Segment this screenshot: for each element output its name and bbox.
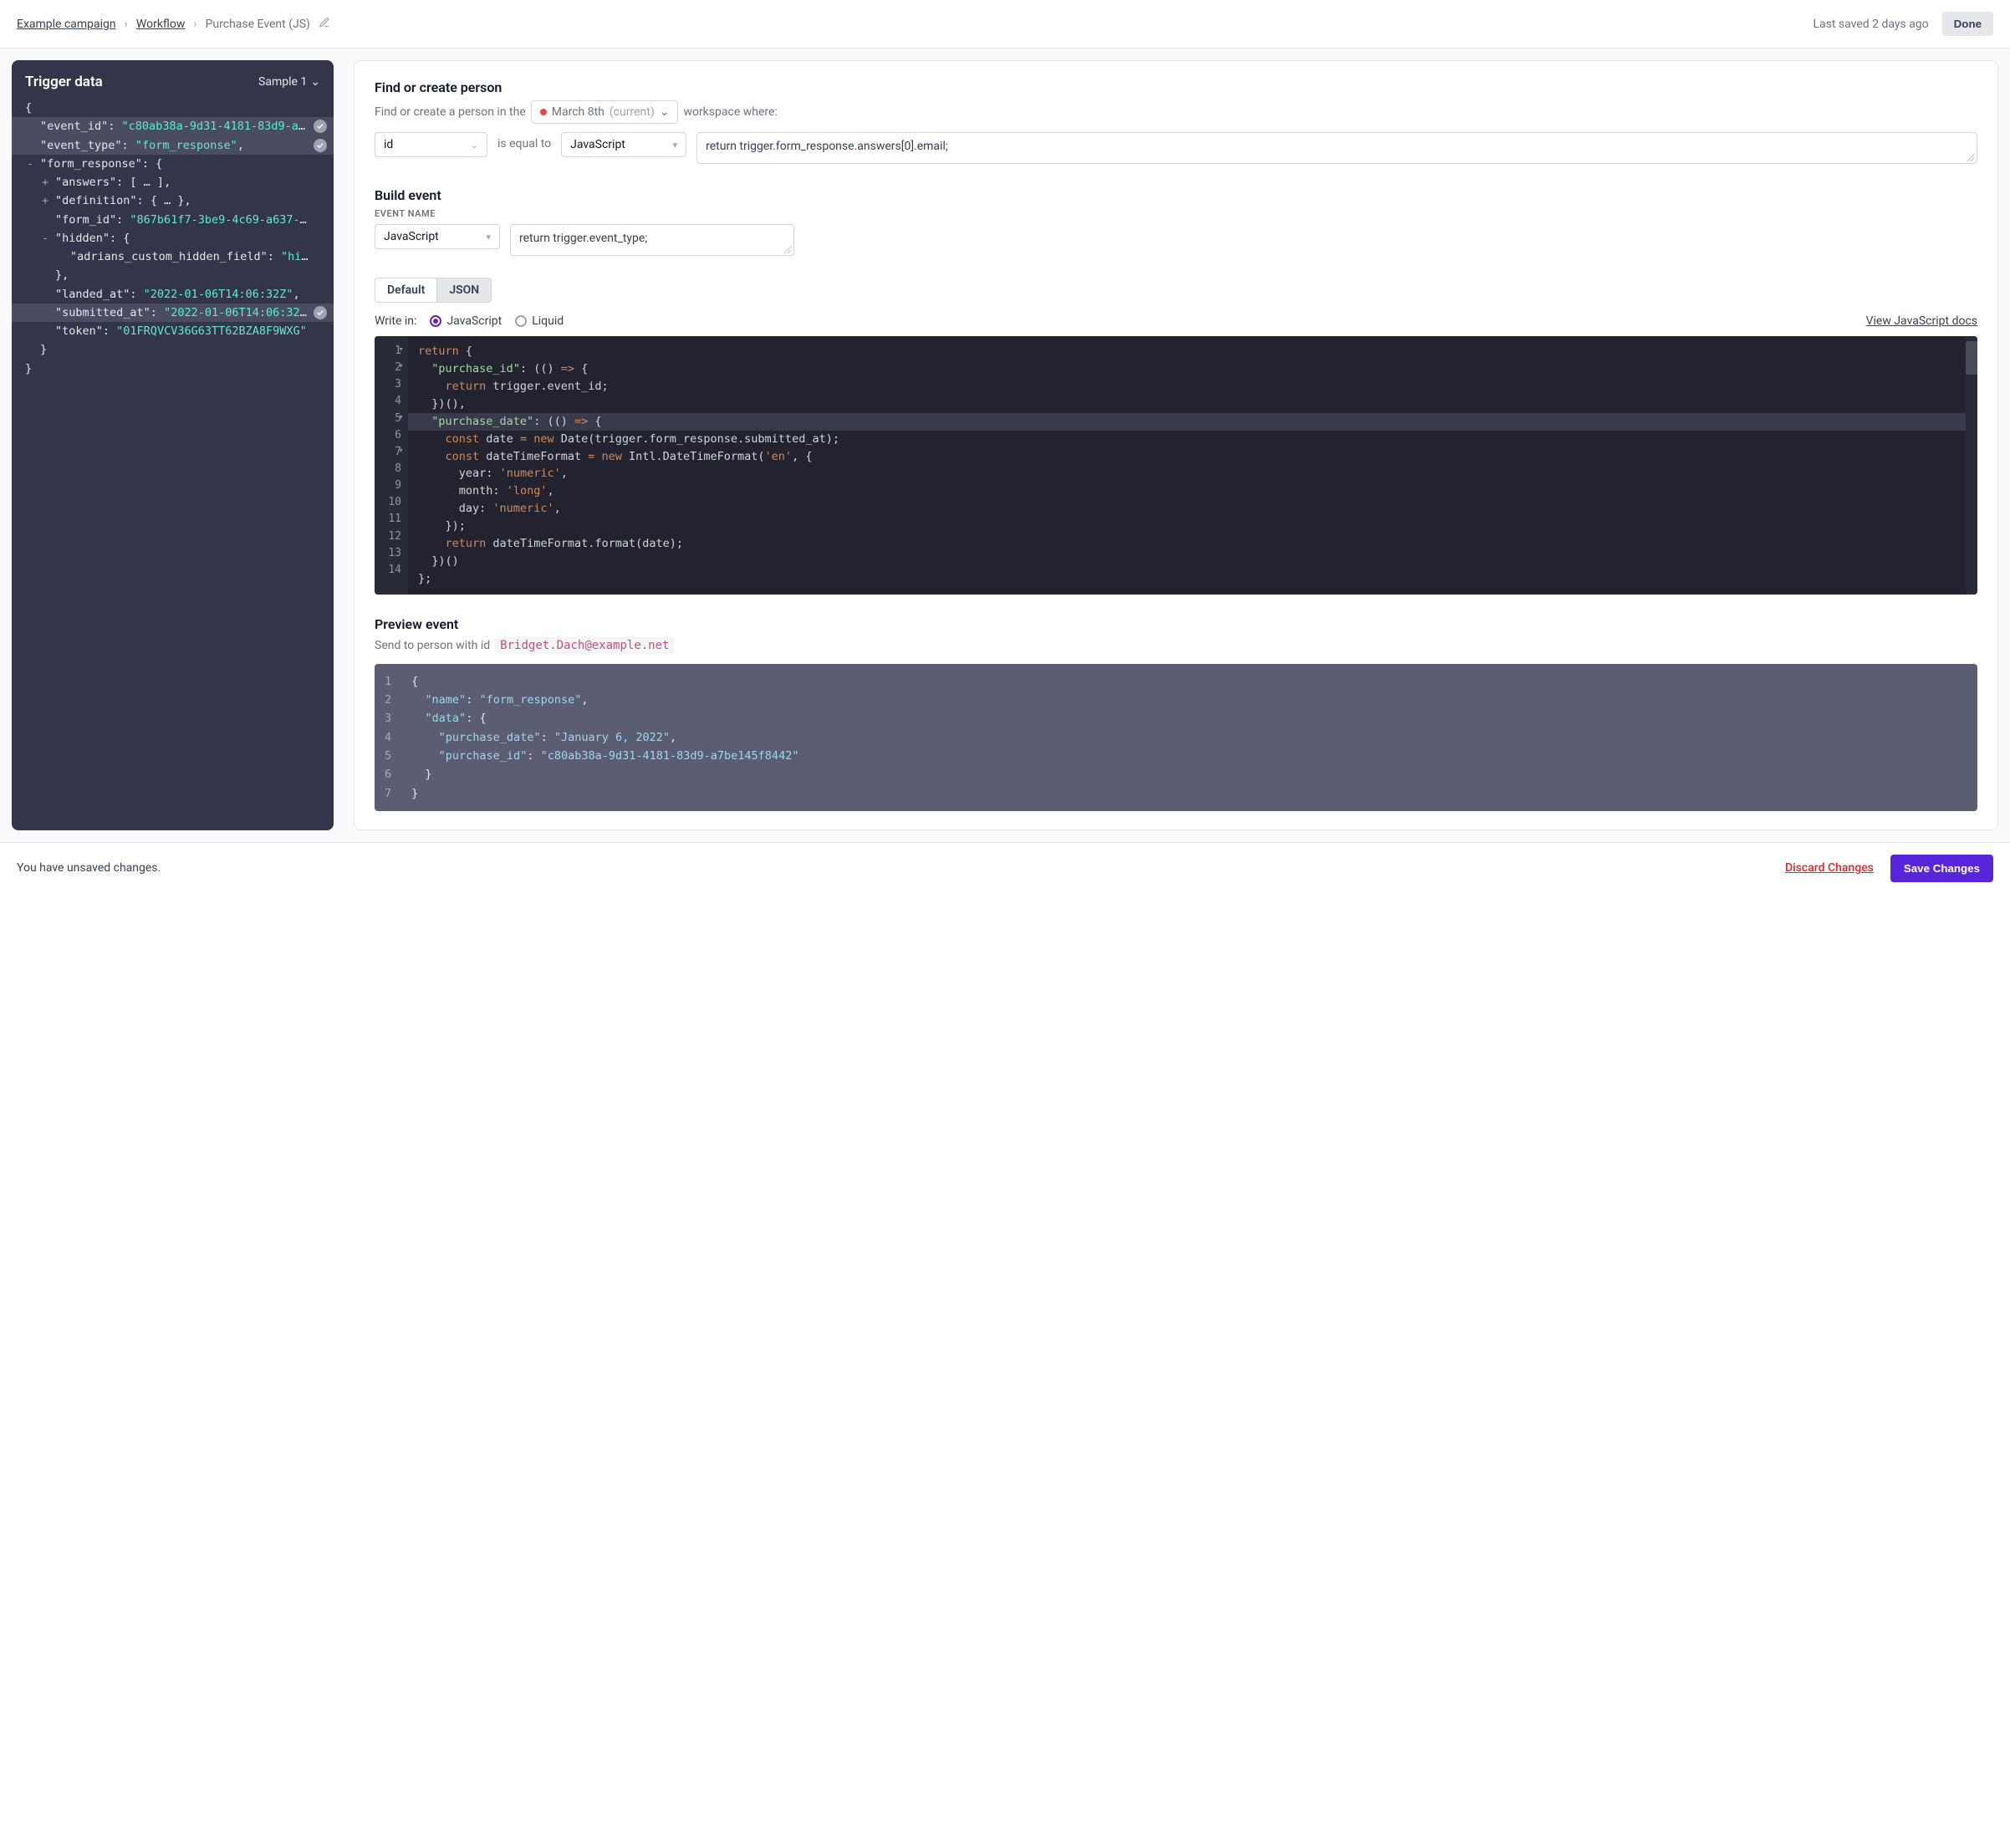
- workspace-select[interactable]: March 8th (current) ⌄: [531, 100, 679, 124]
- sample-label: Sample 1: [258, 75, 307, 89]
- breadcrumb-sep: ›: [125, 18, 128, 31]
- json-row-hidden[interactable]: - "hidden": {: [25, 229, 334, 248]
- json-row-definition[interactable]: + "definition": { … },: [25, 191, 334, 210]
- find-filter-row: id ⌄ is equal to JavaScript ▾ return tri…: [375, 132, 1977, 164]
- trigger-data-panel: Trigger data Sample 1 ⌄ { "event_id": "c…: [12, 60, 334, 830]
- select-arrow-icon: ▾: [486, 232, 491, 242]
- expand-toggle-icon[interactable]: +: [42, 173, 48, 191]
- preview-title: Preview event: [375, 616, 1977, 632]
- preview-gutter: 1234 567: [375, 672, 401, 803]
- json-row-form-response[interactable]: - "form_response": {: [25, 155, 334, 173]
- event-name-label: EVENT NAME: [375, 208, 1977, 219]
- json-row-landed-at[interactable]: "landed_at": "2022-01-06T14:06:32Z",: [25, 285, 334, 304]
- footer-bar: You have unsaved changes. Discard Change…: [0, 842, 2010, 894]
- sample-select[interactable]: Sample 1 ⌄: [258, 75, 320, 89]
- topbar: Example campaign › Workflow › Purchase E…: [0, 0, 2010, 48]
- edit-name-icon[interactable]: [319, 17, 330, 32]
- preview-sub: Send to person with id Bridget.Dach@exam…: [375, 637, 1977, 654]
- language-radio-group: Write in: JavaScript Liquid: [375, 314, 564, 328]
- used-indicator-icon: [314, 306, 327, 319]
- event-name-expression-input[interactable]: return trigger.event_type;: [510, 224, 794, 256]
- footer-actions: Discard Changes Save Changes: [1785, 855, 1993, 882]
- json-row-event-id[interactable]: "event_id": "c80ab38a-9d31-4181-83d9-a7b…: [12, 117, 334, 135]
- preview-body: { "name": "form_response", "data": { "pu…: [401, 672, 1977, 803]
- build-section-title: Build event: [375, 187, 1977, 203]
- json-row-submitted-at[interactable]: "submitted_at": "2022-01-06T14:06:32Z",: [12, 304, 334, 322]
- breadcrumb-current: Purchase Event (JS): [206, 18, 310, 31]
- workspace-name: March 8th: [552, 105, 605, 119]
- breadcrumb-sep: ›: [193, 18, 196, 31]
- breadcrumbs: Example campaign › Workflow › Purchase E…: [17, 17, 330, 32]
- code-scrollbar[interactable]: [1966, 336, 1977, 595]
- json-close-fr: }: [25, 340, 334, 359]
- body-area: Trigger data Sample 1 ⌄ { "event_id": "c…: [0, 48, 2010, 842]
- event-name-row: JavaScript ▾ return trigger.event_type;: [375, 224, 1977, 256]
- find-trail-text: workspace where:: [683, 105, 777, 119]
- json-close-root: }: [25, 360, 334, 378]
- json-row-answers[interactable]: + "answers": [ … ],: [25, 173, 334, 191]
- trigger-header: Trigger data Sample 1 ⌄: [12, 74, 334, 99]
- breadcrumb-workflow[interactable]: Workflow: [136, 18, 186, 31]
- select-arrow-icon: ▾: [673, 140, 678, 151]
- code-editor[interactable]: 1234 5678 9101112 1314 return { "purchas…: [375, 336, 1977, 595]
- equals-text: is equal to: [497, 132, 551, 151]
- json-row-form-id[interactable]: "form_id": "867b61f7-3be9-4c69-a637-46d7…: [25, 211, 334, 229]
- discard-changes-link[interactable]: Discard Changes: [1785, 861, 1874, 875]
- workspace-status-dot: [540, 109, 547, 115]
- expand-toggle-icon[interactable]: +: [42, 191, 48, 210]
- topbar-right: Last saved 2 days ago Done: [1813, 12, 1993, 36]
- chevron-down-icon: ⌄: [471, 140, 478, 151]
- editor-mode-tabs: Default JSON: [375, 278, 492, 303]
- radio-unchecked-icon: [515, 315, 527, 327]
- main-panel: Find or create person Find or create a p…: [354, 60, 1998, 830]
- chevron-down-icon: ⌄: [660, 105, 670, 119]
- value-expression-input[interactable]: return trigger.form_response.answers[0].…: [696, 132, 1977, 164]
- find-section-title: Find or create person: [375, 79, 1977, 95]
- tab-default[interactable]: Default: [375, 278, 436, 302]
- trigger-title: Trigger data: [25, 74, 103, 90]
- event-name-mode-label: JavaScript: [384, 230, 439, 243]
- collapse-toggle-icon[interactable]: -: [42, 229, 48, 248]
- workspace-current-label: (current): [610, 105, 655, 119]
- write-in-label: Write in:: [375, 314, 416, 328]
- preview-lead: Send to person with id: [375, 639, 490, 652]
- radio-liquid[interactable]: Liquid: [515, 314, 564, 328]
- find-lead-text: Find or create a person in the: [375, 105, 526, 119]
- write-in-row: Write in: JavaScript Liquid View JavaScr…: [375, 314, 1977, 328]
- event-name-mode-select[interactable]: JavaScript ▾: [375, 224, 500, 249]
- json-row-hidden-field[interactable]: "adrians_custom_hidden_field": "hidden_v…: [25, 248, 334, 266]
- radio-liquid-label: Liquid: [532, 314, 564, 328]
- used-indicator-icon: [314, 120, 327, 133]
- used-indicator-icon: [314, 139, 327, 152]
- unsaved-changes-text: You have unsaved changes.: [17, 861, 161, 875]
- code-body[interactable]: return { "purchase_id": (() => { return …: [408, 336, 1966, 595]
- value-mode-select[interactable]: JavaScript ▾: [561, 132, 686, 157]
- build-event-section: Build event EVENT NAME JavaScript ▾ retu…: [375, 187, 1977, 595]
- preview-section: Preview event Send to person with id Bri…: [375, 616, 1977, 811]
- last-saved-text: Last saved 2 days ago: [1813, 18, 1928, 31]
- chevron-down-icon: ⌄: [310, 75, 320, 89]
- attribute-value: id: [384, 138, 393, 151]
- collapse-toggle-icon[interactable]: -: [27, 155, 33, 173]
- json-root-open: {: [25, 99, 334, 117]
- done-button[interactable]: Done: [1942, 12, 1993, 36]
- attribute-select[interactable]: id ⌄: [375, 132, 487, 157]
- preview-block: 1234 567 { "name": "form_response", "dat…: [375, 664, 1977, 811]
- view-docs-link[interactable]: View JavaScript docs: [1866, 314, 1977, 328]
- tab-json[interactable]: JSON: [436, 278, 491, 302]
- json-close-hidden: },: [25, 266, 334, 284]
- radio-checked-icon: [430, 315, 441, 327]
- find-section-sub: Find or create a person in the March 8th…: [375, 100, 1977, 124]
- radio-javascript-label: JavaScript: [446, 314, 502, 328]
- save-changes-button[interactable]: Save Changes: [1890, 855, 1993, 882]
- json-row-token[interactable]: "token": "01FRQVCV36G63TT62BZA8F9WXG": [25, 322, 334, 340]
- code-gutter: 1234 5678 9101112 1314: [375, 336, 408, 595]
- breadcrumb-campaign[interactable]: Example campaign: [17, 18, 116, 31]
- preview-person-id: Bridget.Dach@example.net: [495, 637, 674, 654]
- json-row-event-type[interactable]: "event_type": "form_response",: [12, 136, 334, 155]
- radio-javascript[interactable]: JavaScript: [430, 314, 502, 328]
- value-mode-label: JavaScript: [570, 138, 625, 151]
- json-tree[interactable]: { "event_id": "c80ab38a-9d31-4181-83d9-a…: [12, 99, 334, 378]
